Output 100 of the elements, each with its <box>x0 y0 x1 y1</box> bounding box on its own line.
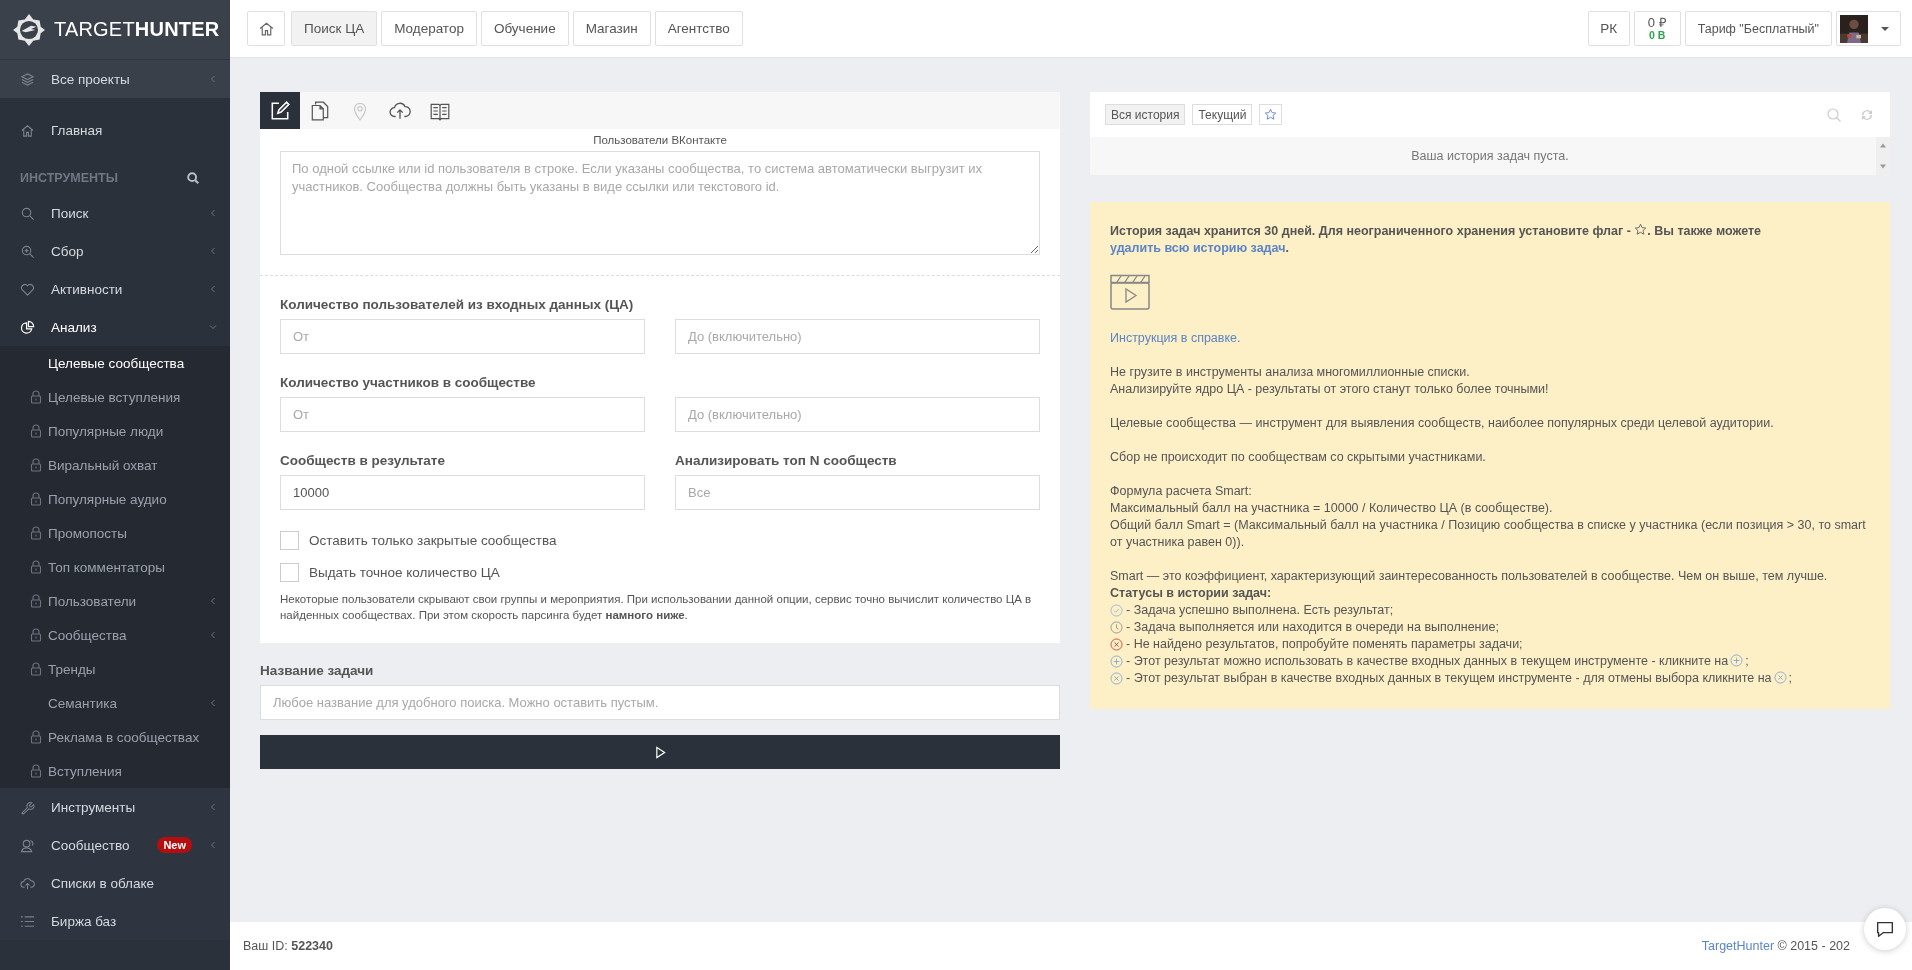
submenu-label: Тренды <box>48 661 97 677</box>
search-icon[interactable] <box>186 170 200 185</box>
lock-icon <box>30 594 42 608</box>
cross-circle-icon <box>1110 638 1123 651</box>
account-menu-button[interactable] <box>1836 11 1901 46</box>
filter-button[interactable]: Вся история <box>1105 104 1186 125</box>
lock-icon <box>30 424 42 438</box>
source-textarea[interactable]: По одной ссылке или id пользователя в строке. Если указаны сообщества, то система автоматически выгрузит их участников. Сообщества должны быть указаны в виде ссылки или текстового id. <box>280 151 1040 255</box>
checkbox[interactable] <box>280 563 299 582</box>
menu-item[interactable]: Главная <box>0 111 230 149</box>
submenu-label: Популярные аудио <box>48 491 168 507</box>
task-name-field[interactable]: Любое название для удобного поиска. Можно оставить пустым. <box>260 685 1060 720</box>
checkbox-label: Оставить только закрытые сообщества <box>309 533 557 548</box>
menu-label: Списки в облаке <box>51 875 156 891</box>
menu-item[interactable]: Сообщество New <box>0 826 230 864</box>
submenu-label: Виральный охват <box>48 457 159 473</box>
submenu-label: Целевые сообщества <box>48 355 186 371</box>
nav-tab[interactable]: Поиск ЦА <box>291 11 378 46</box>
input-field[interactable]: Все <box>675 475 1040 510</box>
field-label: Анализировать топ N сообществ <box>675 453 898 470</box>
home-button[interactable] <box>247 11 285 46</box>
menu-item[interactable]: Инструменты <box>0 788 230 826</box>
favorites-button[interactable] <box>1259 104 1283 125</box>
menu-item[interactable]: Списки в облаке <box>0 864 230 902</box>
lock-icon <box>30 764 42 778</box>
rk-button[interactable]: РК <box>1587 11 1630 46</box>
menu-item[interactable]: Анализ <box>0 308 230 346</box>
field-label: Сообществ в результате <box>280 453 446 470</box>
menu-item[interactable]: Биржа баз <box>0 902 230 940</box>
input-field[interactable]: 10000 <box>280 475 645 510</box>
info-text: Целевые сообщества — инструмент для выявления сообществ, наиболее популярных среди целевой аудитории. <box>1110 415 1775 432</box>
star-icon <box>1264 108 1278 121</box>
submenu-item[interactable]: Сообщества <box>0 618 230 652</box>
cross-circle-icon <box>1110 672 1123 685</box>
info-text: Формула расчета Smart: <box>1110 483 1253 500</box>
plus-circle-icon <box>1110 655 1123 668</box>
lock-icon <box>30 730 42 744</box>
balance-button[interactable]: 0 ₽ 0 В <box>1633 11 1681 46</box>
search-icon <box>20 205 35 221</box>
field-label: Пользователи ВКонтакте <box>592 133 728 148</box>
submenu-item[interactable]: Популярные люди <box>0 414 230 448</box>
copyright: TargetHunter © 2015 - 202 <box>1701 939 1850 953</box>
scroll-down-icon[interactable] <box>1879 164 1887 169</box>
video-icon[interactable] <box>1110 274 1150 310</box>
chat-button[interactable] <box>1864 908 1906 950</box>
info-text: Smart — это коэффициент, характеризующий заинтересованность пользователей в сообществе. Чем он выше, тем лучше. <box>1110 568 1829 585</box>
submenu-item[interactable]: Целевые сообщества <box>0 346 230 380</box>
nav-tab[interactable]: Магазин <box>572 11 651 46</box>
submenu-item[interactable]: Промопосты <box>0 516 230 550</box>
status-text: - Этот результат можно использовать в качестве входных данных в текущем инструменте - кликните на ; <box>1126 653 1749 670</box>
menu-item[interactable]: Все проекты <box>0 60 230 98</box>
checkbox[interactable] <box>280 531 299 550</box>
logo-icon <box>12 12 46 47</box>
submenu-item[interactable]: Целевые вступления <box>0 380 230 414</box>
pie-chart-icon <box>20 319 35 335</box>
input-field[interactable]: От <box>280 397 645 432</box>
submenu-label: Целевые вступления <box>48 389 182 405</box>
star-icon <box>1634 223 1648 236</box>
tool-tab[interactable] <box>260 92 300 129</box>
menu-item[interactable]: Сбор <box>0 232 230 270</box>
submenu-item[interactable]: Семантика <box>0 686 230 720</box>
submenu-item[interactable]: Топ комментаторы <box>0 550 230 584</box>
menu-label: Сбор <box>51 243 85 259</box>
submenu-item[interactable]: Виральный охват <box>0 448 230 482</box>
input-field[interactable]: От <box>280 319 645 354</box>
input-field[interactable]: До (включительно) <box>675 319 1040 354</box>
logo-text: TARGETHUNTER <box>54 18 220 41</box>
brand-link[interactable]: TargetHunter <box>1701 939 1775 953</box>
input-field[interactable]: До (включительно) <box>675 397 1040 432</box>
lock-icon <box>30 628 42 642</box>
submenu-label: Пользователи <box>48 593 138 609</box>
menu-label: Биржа баз <box>51 913 118 929</box>
submenu-item[interactable]: Популярные аудио <box>0 482 230 516</box>
submenu-label: Топ комментаторы <box>48 559 166 575</box>
cross-circle-icon <box>1773 671 1787 684</box>
tariff-button[interactable]: Тариф "Бесплатный" <box>1684 11 1832 46</box>
submenu-item[interactable]: Реклама в сообществах <box>0 720 230 754</box>
menu-label: Инструменты <box>51 799 137 815</box>
caret-icon <box>1880 25 1890 32</box>
submenu-label: Семантика <box>48 695 118 711</box>
nav-tab[interactable]: Агентство <box>654 11 743 46</box>
plus-circle-icon <box>1730 654 1744 667</box>
menu-item[interactable]: Активности <box>0 270 230 308</box>
menu-item[interactable]: Поиск <box>0 194 230 232</box>
submenu-item[interactable]: Пользователи <box>0 584 230 618</box>
nav-tab[interactable]: Модератор <box>381 11 477 46</box>
scroll-up-icon[interactable] <box>1879 143 1887 148</box>
new-badge: New <box>157 837 192 853</box>
submenu-label: Промопосты <box>48 525 128 541</box>
filter-button[interactable]: Текущий <box>1192 104 1253 125</box>
field-label: Название задачи <box>260 663 375 678</box>
status-text: - Задача успешно выполнена. Есть результат; <box>1126 602 1394 619</box>
zoom-in-icon <box>20 243 35 259</box>
submenu-item[interactable]: Вступления <box>0 754 230 788</box>
info-text: Максимальный балл на участника = 10000 / Количество ЦА (в сообществе). <box>1110 500 1554 517</box>
submenu-item[interactable]: Тренды <box>0 652 230 686</box>
list-icon <box>20 913 35 929</box>
menu-label: Анализ <box>51 319 98 335</box>
bonus-amount: 0 В <box>1649 29 1666 42</box>
nav-tab[interactable]: Обучение <box>480 11 569 46</box>
